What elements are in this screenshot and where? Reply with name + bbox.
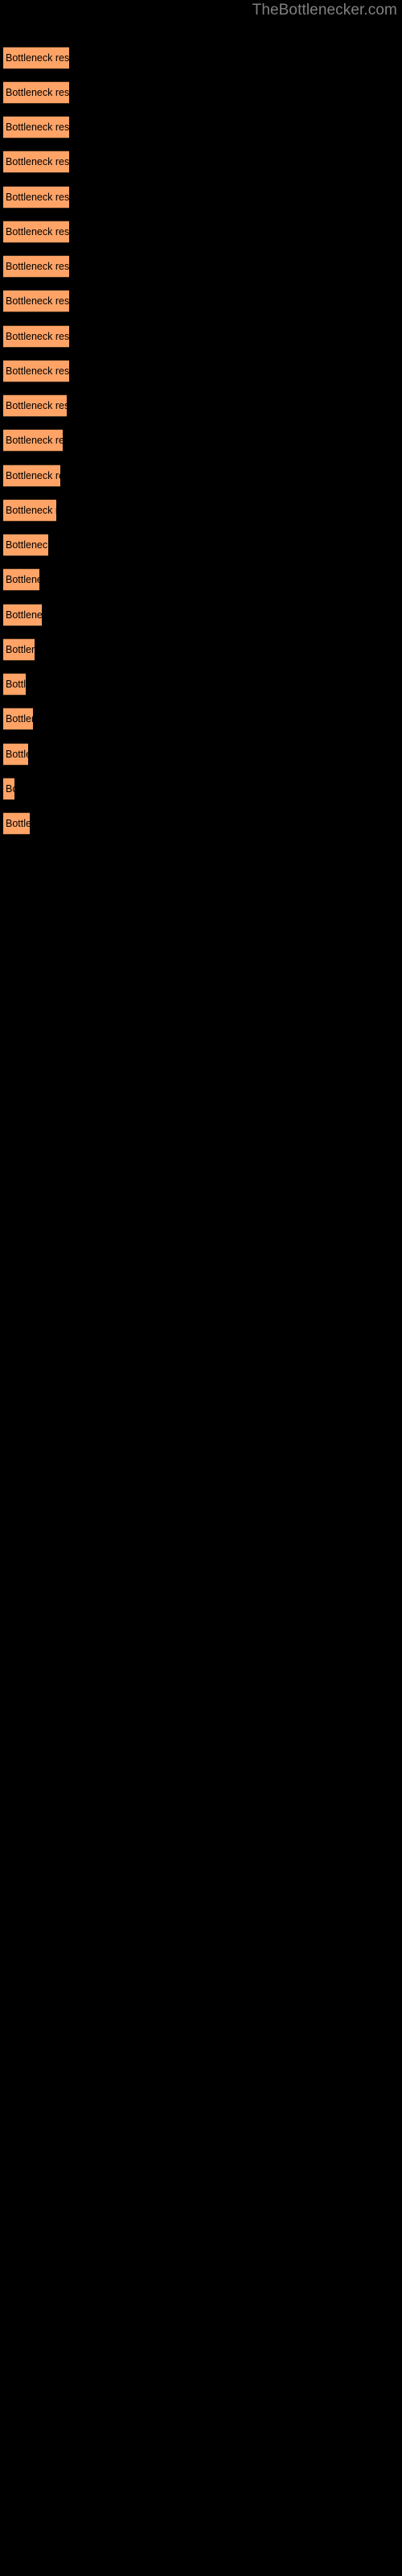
bottleneck-result-bar[interactable]: Bottleneck result [3,81,69,104]
bar-label: Bottleneck result [6,87,69,98]
bar-label: Bottleneck result [6,435,63,446]
bar-label: Bottleneck result [6,122,69,133]
bottleneck-result-bar[interactable]: Bottleneck result [3,534,48,556]
bar-row: Bottleneck result [0,673,402,697]
bar-label: Bottleneck result [6,192,69,203]
bar-row: Bottleneck result [0,429,402,453]
bottleneck-result-bar[interactable]: Bottleneck result [3,604,42,626]
bottleneck-result-bar[interactable]: Bottleneck result [3,221,69,243]
bar-label: Bottleneck result [6,713,33,724]
bar-label: Bottleneck result [6,539,48,551]
bar-row: Bottleneck result [0,568,402,592]
bottleneck-result-bar[interactable]: Bottleneck result [3,464,60,487]
bar-label: Bottleneck result [6,295,69,307]
bottleneck-result-bar[interactable]: Bottleneck result [3,638,35,661]
bottleneck-result-bar[interactable]: Bottleneck result [3,499,56,522]
bottleneck-result-bar[interactable]: Bottleneck result [3,47,69,69]
bottleneck-result-bar[interactable]: Bottleneck result [3,151,69,173]
bar-label: Bottleneck result [6,679,26,690]
bar-row: Bottleneck result [0,116,402,140]
bar-row: Bottleneck result [0,151,402,175]
bar-row: Bottleneck result [0,499,402,523]
bar-label: Bottleneck result [6,470,60,481]
bar-row: Bottleneck result [0,778,402,802]
bottleneck-result-bar[interactable]: Bottleneck result [3,360,69,382]
bar-row: Bottleneck result [0,394,402,419]
bar-row: Bottleneck result [0,638,402,663]
bar-row: Bottleneck result [0,325,402,349]
bar-label: Bottleneck result [6,261,69,272]
bar-label: Bottleneck result [6,400,67,411]
bar-row: Bottleneck result [0,290,402,314]
bottleneck-result-bar[interactable]: Bottleneck result [3,116,69,138]
bar-row: Bottleneck result [0,360,402,384]
bottleneck-result-bar[interactable]: Bottleneck result [3,429,63,452]
bar-label: Bottleneck result [6,331,69,342]
bottleneck-result-bar[interactable]: Bottleneck result [3,394,67,417]
bar-label: Bottleneck result [6,365,69,377]
bar-row: Bottleneck result [0,743,402,767]
bar-row: Bottleneck result [0,534,402,558]
bottleneck-result-bar[interactable]: Bottleneck result [3,778,14,800]
bar-row: Bottleneck result [0,708,402,732]
bar-row: Bottleneck result [0,812,402,836]
bottleneck-result-bar[interactable]: Bottleneck result [3,568,39,591]
bar-row: Bottleneck result [0,81,402,105]
bottleneck-result-bar[interactable]: Bottleneck result [3,708,33,730]
bar-label: Bottleneck result [6,749,28,760]
bottleneck-result-bar[interactable]: Bottleneck result [3,255,69,278]
bar-row: Bottleneck result [0,604,402,628]
bar-label: Bottleneck result [6,609,42,621]
bar-row: Bottleneck result [0,186,402,210]
bar-row: Bottleneck result [0,221,402,245]
bottleneck-result-bar[interactable]: Bottleneck result [3,325,69,348]
bottleneck-result-bar[interactable]: Bottleneck result [3,673,26,696]
bottleneck-result-bar[interactable]: Bottleneck result [3,186,69,208]
bar-label: Bottleneck result [6,783,14,795]
bar-label: Bottleneck result [6,574,39,585]
bar-label: Bottleneck result [6,156,69,167]
bar-row: Bottleneck result [0,255,402,279]
bottleneck-result-bar[interactable]: Bottleneck result [3,812,30,835]
bar-row: Bottleneck result [0,47,402,71]
bar-label: Bottleneck result [6,644,35,655]
bar-row: Bottleneck result [0,464,402,489]
bar-label: Bottleneck result [6,818,30,829]
bottleneck-result-bar[interactable]: Bottleneck result [3,743,28,766]
bottleneck-bar-chart: Bottleneck result Bottleneck result Bottle… [0,0,402,2576]
bar-label: Bottleneck result [6,505,56,516]
page-root: TheBottlenecker.com Bottleneck resultBot… [0,0,402,2576]
bottleneck-result-bar[interactable]: Bottleneck result [3,290,69,312]
bar-label: Bottleneck result [6,52,69,64]
bar-label: Bottleneck result [6,226,69,237]
